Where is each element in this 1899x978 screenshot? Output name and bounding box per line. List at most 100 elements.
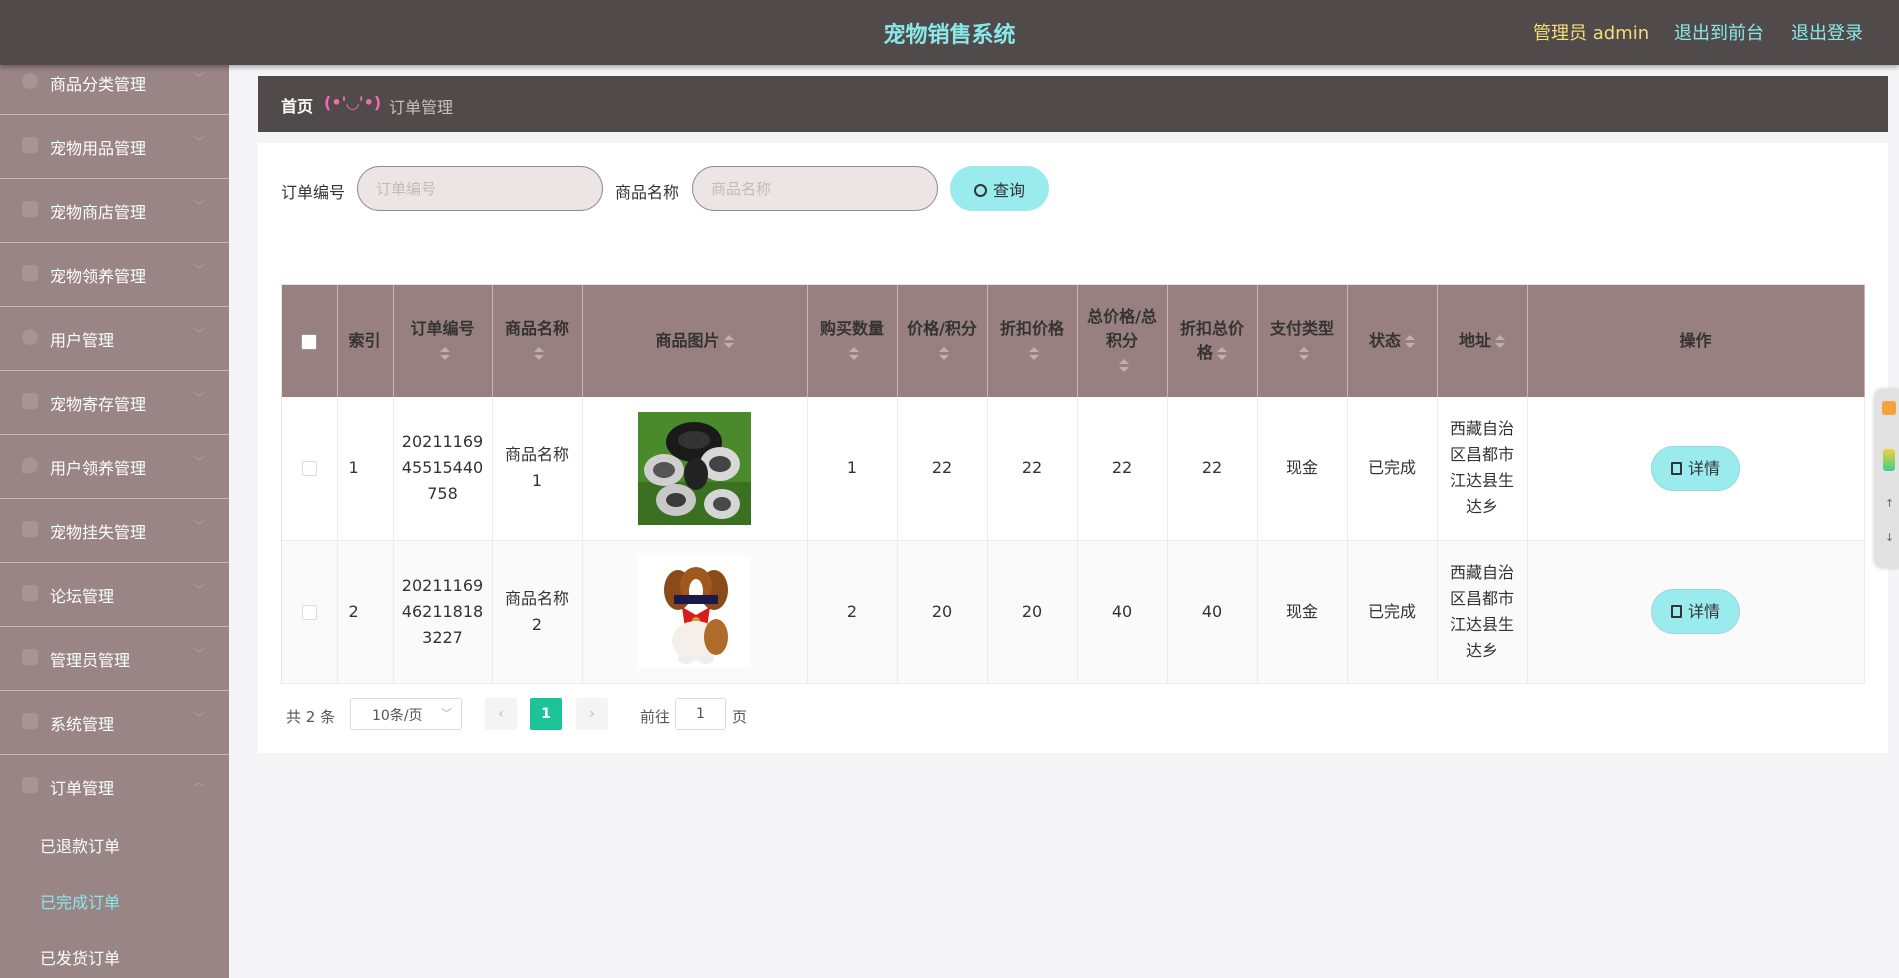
orders-table: 索引 订单编号 商品名称 商品图片 购买数量 价格/积分 折扣价格 总价格/总积…: [281, 284, 1865, 684]
download-arrow-icon: ↓: [1885, 531, 1895, 544]
sort-icon[interactable]: [1299, 346, 1309, 362]
sidebar-subitem-refunded[interactable]: 已退款订单: [0, 815, 229, 871]
cell-total: 40: [1077, 540, 1168, 684]
chevron-right-icon: ›: [589, 706, 595, 722]
sidebar: 商品分类管理 ﹀ 宠物用品管理 ﹀ 宠物商店管理 ﹀ 宠物领养管理 ﹀ 用户管理…: [0, 65, 229, 978]
sort-icon[interactable]: [939, 346, 949, 362]
sidebar-item-users[interactable]: 用户管理 ﹀: [0, 307, 229, 371]
sidebar-item-system[interactable]: 系统管理 ﹀: [0, 691, 229, 755]
col-total-label: 总价格/总积分: [1087, 307, 1157, 350]
puppy-image[interactable]: [638, 555, 751, 668]
col-pay-type[interactable]: 支付类型: [1257, 285, 1348, 397]
sidebar-item-category[interactable]: 商品分类管理 ﹀: [0, 65, 229, 115]
clipboard-icon: [22, 201, 38, 217]
col-goods-image-label: 商品图片: [655, 331, 720, 350]
sidebar-item-pet-boarding[interactable]: 宠物寄存管理 ﹀: [0, 371, 229, 435]
chevron-down-icon: ﹀: [193, 455, 206, 469]
order-no-input[interactable]: [357, 166, 603, 211]
row-checkbox[interactable]: [301, 461, 317, 477]
col-status[interactable]: 状态: [1347, 285, 1438, 397]
sidebar-subitem-completed[interactable]: 已完成订单: [0, 871, 229, 927]
cell-total: 22: [1077, 397, 1168, 541]
sort-icon[interactable]: [534, 346, 544, 362]
logout-link[interactable]: 退出登录: [1791, 19, 1863, 45]
next-page-button[interactable]: ›: [576, 698, 608, 730]
list-icon: [22, 777, 38, 793]
sort-icon[interactable]: [1495, 334, 1505, 350]
detail-button[interactable]: 详情: [1651, 445, 1740, 491]
col-goods-name-label: 商品名称: [504, 319, 569, 338]
col-order-no[interactable]: 订单编号: [393, 285, 493, 397]
location-icon: [22, 457, 38, 473]
sort-icon[interactable]: [439, 346, 450, 362]
search-button[interactable]: 查询: [950, 166, 1049, 211]
chevron-down-icon: ﹀: [193, 711, 206, 725]
col-actions: 操作: [1527, 285, 1865, 397]
row-checkbox[interactable]: [301, 604, 317, 620]
sidebar-subitem-shipped[interactable]: 已发货订单: [0, 927, 229, 978]
goto-page-input[interactable]: [675, 698, 726, 730]
edit-icon: [22, 265, 38, 281]
user-icon: [22, 329, 38, 345]
col-goods-image[interactable]: 商品图片: [582, 285, 808, 397]
chevron-down-icon: ﹀: [193, 199, 206, 213]
sidebar-item-pet-store[interactable]: 宠物商店管理 ﹀: [0, 179, 229, 243]
detail-button[interactable]: 详情: [1651, 589, 1740, 634]
sidebar-item-orders[interactable]: 订单管理 ︿: [0, 755, 229, 819]
sidebar-item-admins[interactable]: 管理员管理 ﹀: [0, 627, 229, 691]
top-header: 宠物销售系统 管理员 admin 退出到前台 退出登录: [0, 0, 1899, 65]
col-order-no-label: 订单编号: [410, 319, 475, 338]
chevron-down-icon: ﹀: [193, 135, 206, 149]
clock-icon: [22, 73, 38, 89]
floating-speed-widget[interactable]: ↑ ↓: [1874, 389, 1899, 568]
prev-page-button[interactable]: ‹: [485, 698, 517, 730]
sidebar-item-label: 宠物用品管理: [50, 139, 147, 158]
breadcrumb-current: 订单管理: [389, 98, 454, 117]
sort-icon[interactable]: [1217, 346, 1227, 362]
pet-bowls-image[interactable]: [638, 411, 751, 525]
col-quantity[interactable]: 购买数量: [807, 285, 898, 397]
sort-icon[interactable]: [1119, 358, 1129, 374]
cell-quantity: 1: [807, 397, 898, 541]
sort-icon[interactable]: [1405, 334, 1415, 350]
cell-order-no: 2021116946211818 3227: [393, 540, 493, 684]
sidebar-item-forum[interactable]: 论坛管理 ﹀: [0, 563, 229, 627]
col-discount-total[interactable]: 折扣总价格: [1167, 285, 1258, 397]
col-pay-type-label: 支付类型: [1269, 319, 1334, 338]
goods-name-input[interactable]: [692, 166, 938, 211]
breadcrumb-separator: (•'◡'•): [324, 93, 382, 112]
sort-icon[interactable]: [723, 334, 734, 350]
sidebar-item-pet-lost[interactable]: 宠物挂失管理 ﹀: [0, 499, 229, 563]
col-total[interactable]: 总价格/总积分: [1077, 285, 1168, 397]
chevron-up-icon: ︿: [193, 775, 206, 789]
sidebar-item-label: 宠物寄存管理: [50, 395, 147, 414]
sort-icon[interactable]: [1029, 346, 1039, 362]
col-discount-price-label: 折扣价格: [999, 319, 1064, 338]
sidebar-item-pet-adoption[interactable]: 宠物领养管理 ﹀: [0, 243, 229, 307]
sidebar-item-label: 系统管理: [50, 715, 115, 734]
col-address[interactable]: 地址: [1437, 285, 1528, 397]
cell-actions: 详情: [1527, 397, 1865, 541]
col-status-label: 状态: [1368, 331, 1401, 350]
select-all-checkbox[interactable]: [301, 333, 318, 350]
cell-goods-name: 商品名称2: [492, 540, 583, 684]
cell-actions: 详情: [1527, 540, 1865, 684]
sidebar-item-pet-supplies[interactable]: 宠物用品管理 ﹀: [0, 115, 229, 179]
sort-icon[interactable]: [849, 346, 859, 362]
breadcrumb-home[interactable]: 首页: [281, 93, 313, 117]
document-icon: [1670, 605, 1682, 618]
col-goods-name[interactable]: 商品名称: [492, 285, 583, 397]
cell-goods-image: [582, 397, 808, 541]
cell-index: 1: [337, 397, 394, 541]
col-discount-price[interactable]: 折扣价格: [987, 285, 1078, 397]
badge-icon: [1882, 401, 1896, 415]
chevron-down-icon: ﹀: [193, 263, 206, 277]
cell-price: 20: [897, 540, 988, 684]
sidebar-item-user-adoption[interactable]: 用户领养管理 ﹀: [0, 435, 229, 499]
col-price[interactable]: 价格/积分: [897, 285, 988, 397]
goods-name-label: 商品名称: [615, 183, 680, 202]
page-size-select[interactable]: 10条/页 ﹀: [350, 698, 462, 730]
table-row: 2 2021116946211818 3227 商品名称2 2 20 20 40…: [282, 540, 1865, 684]
page-number-current[interactable]: 1: [530, 698, 562, 730]
exit-to-front-link[interactable]: 退出到前台: [1674, 19, 1764, 45]
